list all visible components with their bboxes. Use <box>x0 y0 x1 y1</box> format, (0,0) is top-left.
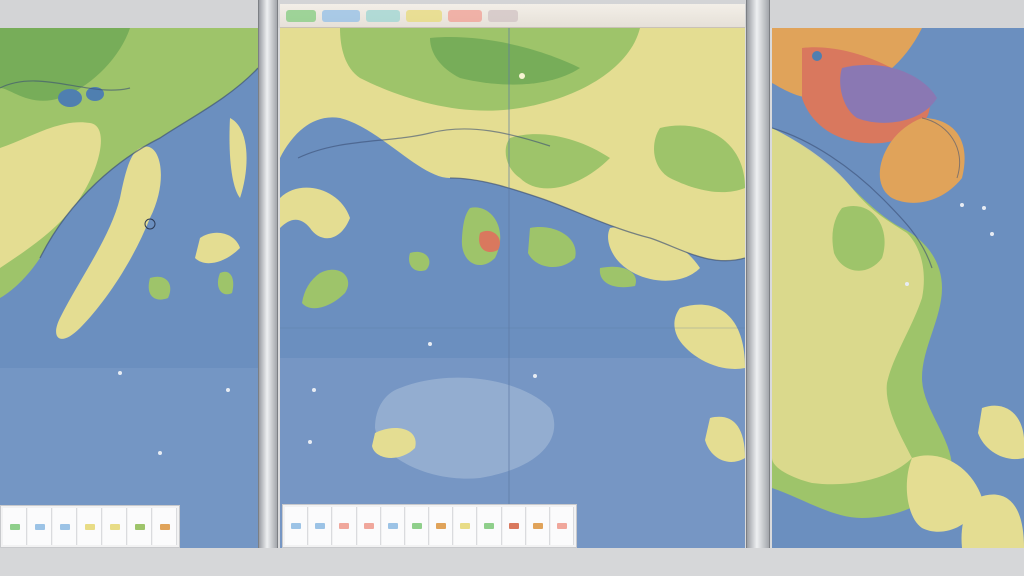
legend-tool[interactable] <box>78 508 102 545</box>
panel-divider[interactable] <box>258 0 278 548</box>
legend-tray-left[interactable] <box>0 505 180 548</box>
map-left-canvas[interactable] <box>0 28 258 548</box>
legend-tool[interactable] <box>53 508 77 545</box>
legend-tool[interactable] <box>405 507 430 545</box>
legend-tool[interactable] <box>478 507 502 545</box>
legend-tool[interactable] <box>502 507 526 545</box>
legend-tool[interactable] <box>430 507 454 545</box>
center-panel-toolbar <box>280 4 745 28</box>
legend-tool[interactable] <box>3 508 27 545</box>
layer-icon[interactable] <box>406 9 442 22</box>
legend-tool[interactable] <box>454 507 478 545</box>
layer-icon[interactable] <box>286 9 316 22</box>
panel-divider[interactable] <box>746 0 770 548</box>
legend-tool[interactable] <box>28 508 52 545</box>
layer-icon[interactable] <box>366 9 400 22</box>
map-panel-left[interactable] <box>0 28 258 548</box>
legend-tool[interactable] <box>381 507 405 545</box>
layer-icon[interactable] <box>322 9 360 22</box>
legend-tool[interactable] <box>333 507 357 545</box>
legend-tool[interactable] <box>309 507 333 545</box>
legend-tool[interactable] <box>357 507 381 545</box>
map-right-canvas[interactable] <box>772 28 1024 548</box>
map-panel-center[interactable] <box>280 28 745 548</box>
legend-tray-center[interactable] <box>282 504 577 548</box>
legend-tool[interactable] <box>526 507 550 545</box>
bottom-bar <box>0 548 1024 576</box>
map-panel-right[interactable] <box>772 28 1024 548</box>
legend-tool[interactable] <box>153 508 177 545</box>
settings-icon[interactable] <box>488 9 518 22</box>
legend-tool[interactable] <box>103 508 127 545</box>
layer-icon[interactable] <box>448 9 482 22</box>
legend-tool[interactable] <box>550 507 575 545</box>
legend-tool[interactable] <box>285 507 309 545</box>
map-center-canvas[interactable] <box>280 28 745 548</box>
legend-tool[interactable] <box>128 508 152 545</box>
